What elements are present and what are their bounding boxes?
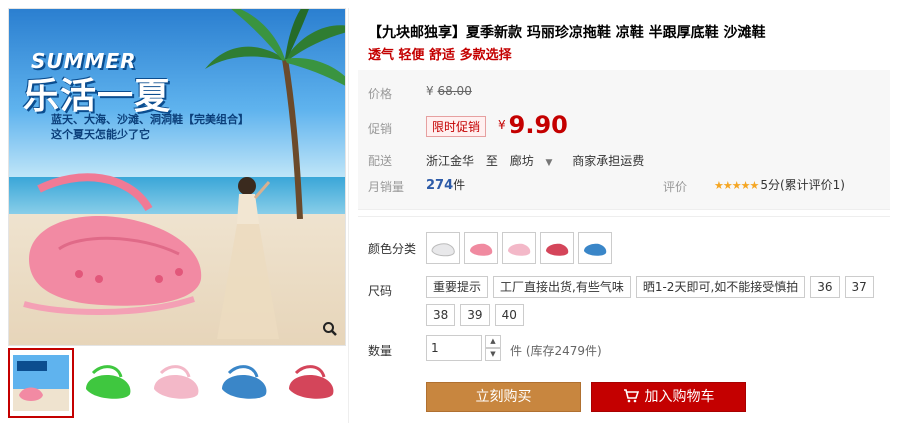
add-to-cart-label: 加入购物车 [644, 389, 715, 405]
promo-badge: 限时促销 [426, 116, 487, 137]
size-label: 尺码 [368, 284, 393, 298]
section-divider [358, 216, 890, 217]
banner-sub-line1: 蓝天、大海、沙滩、洞洞鞋【完美组合】 [51, 113, 249, 126]
size-option-36[interactable]: 36 [810, 276, 840, 298]
pink-clog-graphic [23, 173, 202, 315]
add-to-cart-button[interactable]: 加入购物车 [591, 382, 746, 412]
product-title: 【九块邮独享】夏季新款 玛丽珍凉拖鞋 凉鞋 半跟厚底鞋 沙滩鞋 [368, 25, 766, 41]
rating[interactable]: ★★★★★ 5分(累计评价1) [714, 176, 845, 193]
price-box: 价格 ¥ 68.00 促销 限时促销 ¥9.90 配送 浙江金华 至 廊坊 ▼ … [358, 70, 890, 210]
quantity-decrease-button[interactable]: ▼ [485, 348, 501, 361]
ship-from: 浙江金华 [426, 154, 475, 168]
sales-label: 月销量 [368, 180, 405, 194]
buy-now-button[interactable]: 立刻购买 [426, 382, 581, 412]
promo-currency: ¥ [498, 118, 506, 132]
color-options [426, 232, 616, 264]
main-product-image[interactable]: SUMMER 乐活一夏 蓝天、大海、沙滩、洞洞鞋【完美组合】 这个夏天怎能少了它 [8, 8, 346, 346]
sales-count: 274件 [426, 176, 465, 193]
rating-label: 评价 [663, 180, 688, 194]
thumbnail-green[interactable] [76, 348, 142, 418]
color-swatch-pink[interactable] [464, 232, 498, 264]
quantity-input[interactable] [426, 335, 482, 361]
size-option-37[interactable]: 37 [844, 276, 874, 298]
price-label: 价格 [368, 87, 393, 101]
zoom-icon[interactable] [321, 321, 339, 339]
size-option-notice[interactable]: 重要提示 [426, 276, 489, 298]
thumbnail-strip [8, 348, 346, 422]
chevron-down-icon: ▼ [545, 158, 553, 168]
color-swatch-blue[interactable] [578, 232, 612, 264]
size-option-38[interactable]: 38 [426, 304, 456, 326]
product-gallery: SUMMER 乐活一夏 蓝天、大海、沙滩、洞洞鞋【完美组合】 这个夏天怎能少了它 [0, 0, 347, 423]
ship-fee: 商家承担运费 [572, 154, 645, 168]
thumbnail-blue[interactable] [211, 348, 277, 418]
size-options: 重要提示 工厂直接出货,有些气味 晒1-2天即可,如不能接受慎拍 36 37 3… [426, 276, 896, 332]
promo-label: 促销 [368, 122, 393, 136]
ship-to: 廊坊 [509, 154, 534, 168]
original-price-value: 68.00 [437, 84, 472, 98]
color-label: 颜色分类 [368, 242, 417, 256]
thumbnail-red[interactable] [278, 348, 344, 418]
sales-unit: 件 [453, 178, 466, 192]
product-info-panel: 【九块邮独享】夏季新款 玛丽珍凉拖鞋 凉鞋 半跟厚底鞋 沙滩鞋 透气 轻便 舒适… [348, 0, 900, 423]
size-option-40[interactable]: 40 [494, 304, 524, 326]
size-option-factory-note[interactable]: 工厂直接出货,有些气味 [493, 276, 631, 298]
original-price: ¥ 68.00 [426, 84, 472, 98]
promo-price: ¥9.90 [498, 111, 568, 139]
banner-subtext: 蓝天、大海、沙滩、洞洞鞋【完美组合】 这个夏天怎能少了它 [51, 112, 249, 142]
stock-text: 件 (库存2479件) [510, 344, 602, 358]
quantity-increase-button[interactable]: ▲ [485, 335, 501, 348]
quantity-stepper: ▲ ▼ [485, 335, 501, 361]
size-option-39[interactable]: 39 [460, 304, 490, 326]
original-currency: ¥ [426, 84, 434, 98]
woman-graphic [217, 177, 279, 339]
shipping-info: 浙江金华 至 廊坊 ▼ 商家承担运费 [426, 152, 652, 169]
banner-sub-line2: 这个夏天怎能少了它 [51, 128, 150, 141]
ship-to-word: 至 [485, 154, 498, 168]
promo-price-value: 9.90 [508, 111, 568, 139]
thumbnail-banner[interactable] [8, 348, 74, 418]
star-rating-icon: ★★★★★ [714, 179, 759, 192]
size-option-air-note[interactable]: 晒1-2天即可,如不能接受慎拍 [635, 276, 806, 298]
sales-count-value: 274 [426, 178, 454, 193]
color-swatch-red[interactable] [540, 232, 574, 264]
quantity-label: 数量 [368, 344, 393, 358]
color-swatch-light-pink[interactable] [502, 232, 536, 264]
ship-to-selector[interactable]: 廊坊 ▼ [510, 154, 561, 168]
thumbnail-light-pink[interactable] [143, 348, 209, 418]
color-swatch-white[interactable] [426, 232, 460, 264]
cart-icon [623, 385, 639, 413]
shipping-label: 配送 [368, 154, 393, 168]
rating-text: 5分(累计评价1) [760, 178, 845, 192]
product-subtitle: 透气 轻便 舒适 多款选择 [368, 48, 512, 63]
